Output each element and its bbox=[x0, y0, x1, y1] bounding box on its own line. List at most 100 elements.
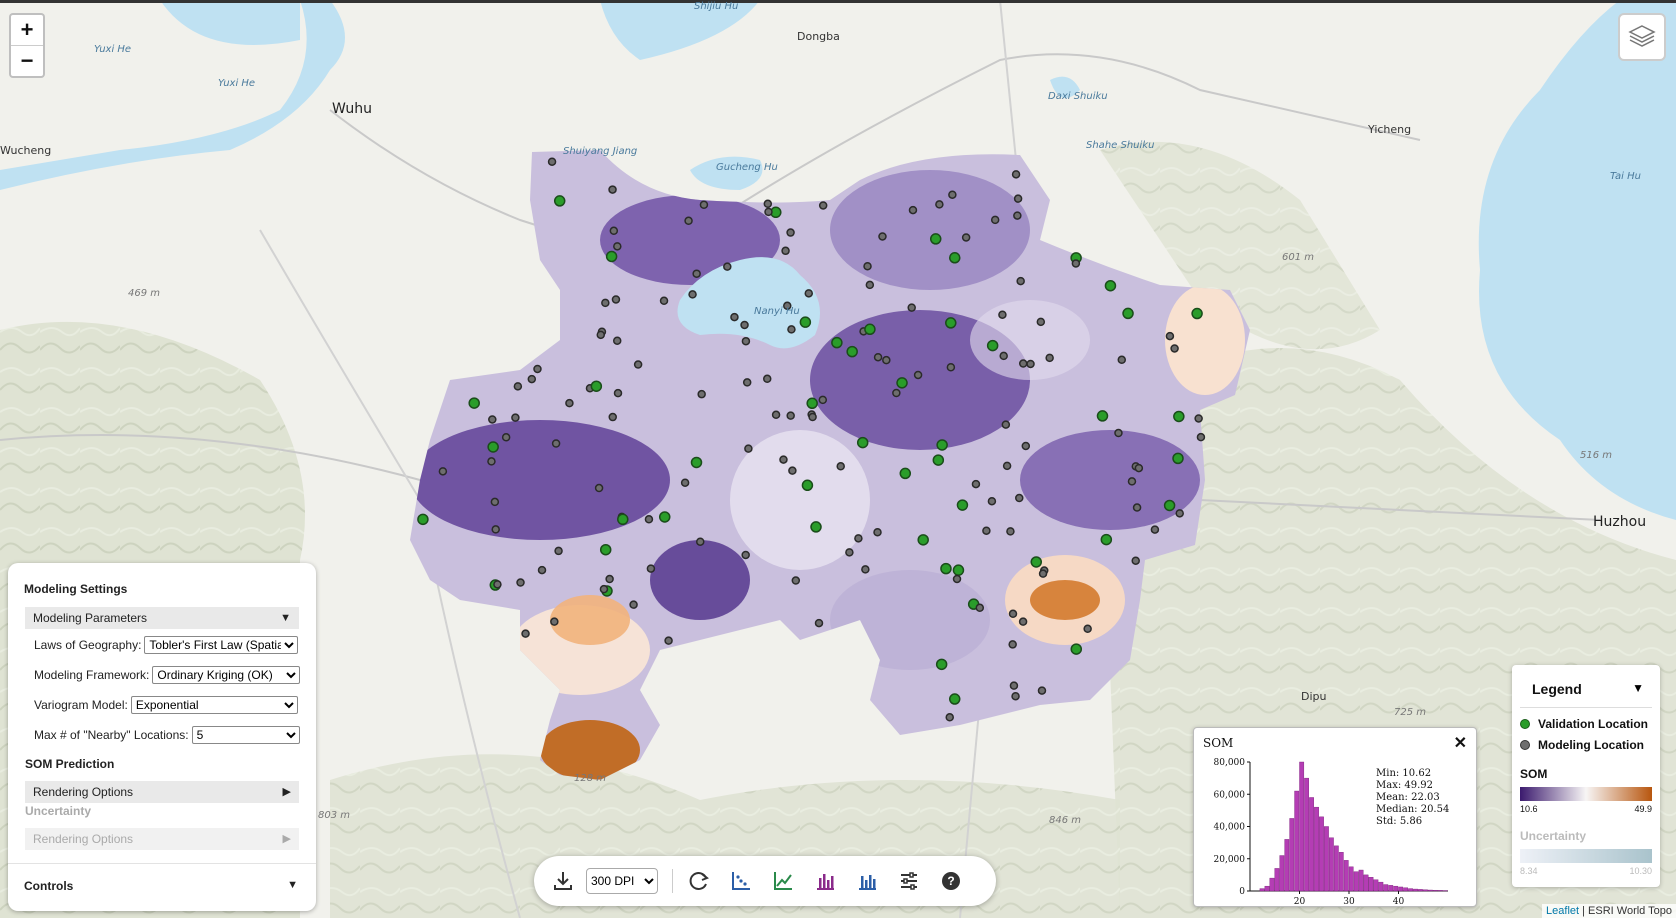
validation-point[interactable] bbox=[1163, 499, 1176, 512]
modeling-point[interactable] bbox=[948, 190, 957, 199]
validation-point[interactable] bbox=[806, 397, 818, 410]
modeling-point[interactable] bbox=[1045, 353, 1054, 363]
modeling-point[interactable] bbox=[1038, 569, 1048, 578]
modeling-point[interactable] bbox=[699, 200, 709, 210]
validation-point[interactable] bbox=[899, 467, 912, 480]
modeling-point[interactable] bbox=[1016, 276, 1025, 286]
modeling-point[interactable] bbox=[781, 246, 790, 256]
validation-point[interactable] bbox=[856, 436, 869, 449]
modeling-point[interactable] bbox=[1037, 686, 1047, 695]
scatter-plot-button[interactable] bbox=[728, 868, 754, 894]
modeling-point[interactable] bbox=[1008, 640, 1017, 649]
modeling-point[interactable] bbox=[609, 226, 619, 236]
uncertainty-rendering-options-toggle[interactable]: Rendering Options ▶ bbox=[25, 828, 299, 850]
settings-button[interactable] bbox=[896, 868, 922, 894]
validation-point[interactable] bbox=[1070, 643, 1083, 655]
modeling-point[interactable] bbox=[601, 298, 610, 308]
modeling-point[interactable] bbox=[730, 312, 739, 322]
modeling-point[interactable] bbox=[878, 232, 887, 241]
zoom-in-button[interactable]: + bbox=[11, 15, 43, 46]
dpi-select[interactable]: 300 DPI bbox=[586, 868, 658, 894]
modeling-point[interactable] bbox=[882, 355, 891, 365]
modeling-point[interactable] bbox=[513, 382, 523, 391]
validation-point[interactable] bbox=[1172, 452, 1184, 465]
modeling-point[interactable] bbox=[1196, 432, 1206, 442]
modeling-point[interactable] bbox=[1013, 211, 1022, 220]
validation-point[interactable] bbox=[468, 397, 480, 409]
validation-point[interactable] bbox=[690, 456, 703, 469]
download-button[interactable] bbox=[550, 868, 576, 894]
modeling-point[interactable] bbox=[644, 515, 654, 524]
modeling-point[interactable] bbox=[723, 262, 732, 271]
bar-chart-button[interactable] bbox=[812, 868, 838, 894]
modeling-point[interactable] bbox=[612, 336, 622, 345]
modeling-point[interactable] bbox=[1134, 463, 1144, 473]
modeling-point[interactable] bbox=[814, 618, 824, 628]
modeling-point[interactable] bbox=[596, 330, 606, 340]
modeling-point[interactable] bbox=[804, 289, 814, 298]
modeling-point[interactable] bbox=[990, 215, 1000, 225]
modeling-point[interactable] bbox=[1071, 259, 1081, 268]
modeling-point[interactable] bbox=[1018, 359, 1028, 368]
validation-point[interactable] bbox=[935, 658, 948, 671]
modeling-point[interactable] bbox=[1018, 617, 1028, 626]
refresh-button[interactable] bbox=[686, 868, 712, 894]
modeling-point[interactable] bbox=[764, 207, 773, 217]
modeling-point[interactable] bbox=[935, 200, 944, 209]
laws-select[interactable]: Tobler's First Law (Spatial bbox=[144, 636, 299, 654]
modeling-point[interactable] bbox=[537, 565, 547, 575]
modeling-point[interactable] bbox=[945, 713, 954, 722]
modeling-point[interactable] bbox=[873, 352, 883, 362]
modeling-point[interactable] bbox=[697, 389, 706, 399]
modeling-point[interactable] bbox=[982, 526, 991, 535]
modeling-point[interactable] bbox=[611, 295, 621, 304]
modeling-point[interactable] bbox=[633, 360, 643, 369]
validation-point[interactable] bbox=[1030, 556, 1043, 568]
modeling-point[interactable] bbox=[892, 388, 901, 398]
modeling-point[interactable] bbox=[516, 578, 525, 587]
validation-point[interactable] bbox=[956, 499, 969, 511]
modeling-point[interactable] bbox=[511, 413, 520, 422]
validation-point[interactable] bbox=[1173, 410, 1185, 423]
modeling-point[interactable] bbox=[491, 525, 500, 534]
modeling-point[interactable] bbox=[975, 603, 985, 613]
modeling-point[interactable] bbox=[854, 534, 863, 543]
modeling-point[interactable] bbox=[741, 336, 751, 346]
modeling-point[interactable] bbox=[521, 629, 530, 638]
modeling-point[interactable] bbox=[490, 497, 500, 507]
validation-point[interactable] bbox=[940, 562, 952, 575]
modeling-point[interactable] bbox=[613, 388, 623, 398]
modeling-point[interactable] bbox=[863, 261, 872, 271]
modeling-point[interactable] bbox=[913, 370, 923, 380]
leaflet-link[interactable]: Leaflet bbox=[1546, 905, 1579, 917]
validation-point[interactable] bbox=[487, 441, 499, 453]
modeling-point[interactable] bbox=[565, 398, 574, 408]
modeling-point[interactable] bbox=[987, 496, 997, 506]
modeling-point[interactable] bbox=[1013, 194, 1023, 203]
validation-point[interactable] bbox=[1191, 307, 1203, 320]
modeling-point[interactable] bbox=[836, 462, 845, 471]
modeling-point[interactable] bbox=[1011, 691, 1020, 701]
modeling-point[interactable] bbox=[550, 617, 559, 626]
modeling-point[interactable] bbox=[599, 584, 609, 594]
validation-point[interactable] bbox=[864, 323, 876, 336]
validation-point[interactable] bbox=[617, 513, 629, 526]
validation-point[interactable] bbox=[1122, 307, 1134, 320]
modeling-point[interactable] bbox=[1002, 461, 1012, 471]
modeling-point[interactable] bbox=[1001, 420, 1011, 429]
modeling-point[interactable] bbox=[527, 374, 537, 384]
modeling-point[interactable] bbox=[629, 600, 638, 609]
modeling-point[interactable] bbox=[684, 216, 693, 226]
modeling-point[interactable] bbox=[493, 580, 502, 589]
modeling-point[interactable] bbox=[688, 290, 697, 299]
modeling-point[interactable] bbox=[861, 565, 870, 574]
validation-point[interactable] bbox=[932, 454, 945, 466]
validation-point[interactable] bbox=[553, 195, 566, 207]
validation-point[interactable] bbox=[810, 521, 822, 533]
modeling-point[interactable] bbox=[1009, 681, 1019, 690]
help-button[interactable]: ? bbox=[938, 868, 964, 894]
modeling-point[interactable] bbox=[971, 479, 981, 489]
validation-point[interactable] bbox=[605, 250, 618, 263]
validation-point[interactable] bbox=[831, 336, 843, 349]
modeling-point[interactable] bbox=[808, 412, 817, 422]
